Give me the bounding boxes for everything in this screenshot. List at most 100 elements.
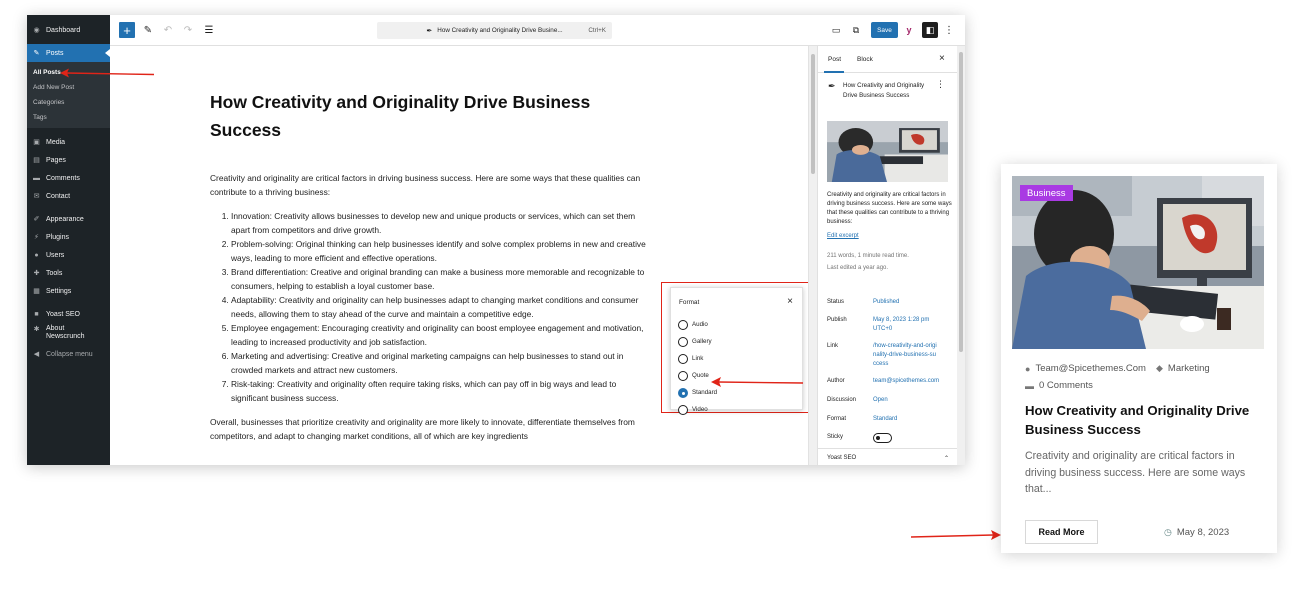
card-comments[interactable]: ▬ 0 Comments <box>1025 380 1093 391</box>
format-popup-highlight: Format × Audio Gallery Link Quote Standa… <box>661 282 809 415</box>
clock-icon: ◷ <box>1164 527 1172 537</box>
list-item[interactable]: Adaptability: Creativity and originality… <box>231 293 648 321</box>
list-item[interactable]: Risk-taking: Creativity and originality … <box>231 377 648 405</box>
menu-plugins[interactable]: ⚡ Plugins <box>27 228 110 246</box>
menu-appearance[interactable]: ✐ Appearance <box>27 210 110 228</box>
active-tab-indicator <box>824 71 844 73</box>
post-content[interactable]: Creativity and originality are critical … <box>210 171 648 443</box>
canvas-scrollbar[interactable] <box>808 46 817 465</box>
sticky-toggle[interactable] <box>873 433 892 443</box>
settings-tabs: Post Block × <box>818 46 958 73</box>
scrollbar-thumb[interactable] <box>959 52 963 352</box>
card-author[interactable]: ● Team@Spicethemes.Com <box>1025 363 1146 374</box>
scrollbar-thumb[interactable] <box>811 54 815 174</box>
tab-block[interactable]: Block <box>857 56 873 63</box>
radio-button[interactable] <box>678 370 688 381</box>
menu-about-newscrunch[interactable]: ✱ About Newscrunch <box>27 323 110 345</box>
format-value[interactable]: Standard <box>873 415 955 424</box>
category-badge[interactable]: Business <box>1020 185 1073 201</box>
pencil-icon[interactable]: ✎ <box>141 22 155 38</box>
permalink-value[interactable]: /how-creativity-and-originality-drive-bu… <box>873 342 939 369</box>
menu-yoast-seo[interactable]: ■ Yoast SEO <box>27 305 110 323</box>
save-button[interactable]: Save <box>871 22 898 38</box>
post-list: Innovation: Creativity allows businesses… <box>231 209 648 405</box>
format-option-video[interactable]: Video <box>678 401 717 418</box>
command-palette-bar[interactable]: ✒ How Creativity and Originality Drive B… <box>377 22 612 39</box>
discussion-row: Discussion Open <box>827 396 955 405</box>
close-icon[interactable]: × <box>787 296 793 307</box>
author-value[interactable]: team@spicethemes.com <box>873 377 955 386</box>
editor-toolbar: + ✎ ↶ ↷ ☰ ✒ How Creativity and Originali… <box>110 15 965 46</box>
status-row: Status Published <box>827 298 955 307</box>
wrench-icon: ✚ <box>33 270 40 277</box>
blog-post-card: Business ● Team@Spicethemes.Com ◆ Marketin… <box>1001 164 1277 553</box>
list-view-icon[interactable]: ☰ <box>202 22 216 38</box>
external-view-icon[interactable]: ⧉ <box>849 22 863 38</box>
wp-admin-sidebar: ◉ Dashboard ✎ Posts All Posts Add New Post… <box>27 15 110 465</box>
user-icon: ● <box>1025 363 1031 374</box>
word-count-info: 211 words, 1 minute read time. Last edit… <box>827 253 909 271</box>
menu-tools[interactable]: ✚ Tools <box>27 264 110 282</box>
radio-button[interactable] <box>678 336 688 347</box>
redo-icon[interactable]: ↷ <box>181 22 195 38</box>
menu-comments[interactable]: ▬ Comments <box>27 169 110 187</box>
card-featured-image[interactable] <box>1012 176 1264 349</box>
settings-panel-toggle-icon[interactable]: ◧ <box>922 22 938 38</box>
undo-icon[interactable]: ↶ <box>161 22 175 38</box>
tab-post[interactable]: Post <box>828 56 841 63</box>
list-item[interactable]: Innovation: Creativity allows businesses… <box>231 209 648 237</box>
format-option-link[interactable]: Link <box>678 350 717 367</box>
publish-date-value[interactable]: May 8, 2023 1:28 pm UTC+0 <box>873 316 935 334</box>
menu-settings[interactable]: ▦ Settings <box>27 282 110 300</box>
menu-dashboard[interactable]: ◉ Dashboard <box>27 21 110 39</box>
publish-row: Publish May 8, 2023 1:28 pm UTC+0 <box>827 316 955 334</box>
add-block-button[interactable]: + <box>119 22 135 38</box>
close-icon[interactable]: × <box>939 53 945 64</box>
submenu-add-new-post[interactable]: Add New Post <box>27 80 110 95</box>
discussion-value[interactable]: Open <box>873 396 955 405</box>
radio-button[interactable] <box>678 319 688 330</box>
more-options-icon[interactable]: ⋮ <box>944 22 954 38</box>
arrow-to-standard-format-icon <box>711 377 804 387</box>
more-options-icon[interactable]: ⋮ <box>936 79 945 90</box>
list-item[interactable]: Brand differentiation: Creative and orig… <box>231 265 648 293</box>
list-item[interactable]: Employee engagement: Encouraging creativ… <box>231 321 648 349</box>
read-more-button[interactable]: Read More <box>1025 520 1098 544</box>
user-icon: ● <box>34 251 39 259</box>
radio-button-selected[interactable] <box>678 387 688 398</box>
post-title[interactable]: How Creativity and Originality Drive Bus… <box>210 88 650 144</box>
card-excerpt: Creativity and originality are critical … <box>1025 450 1246 495</box>
radio-button[interactable] <box>678 353 688 364</box>
edit-excerpt-link[interactable]: Edit excerpt <box>827 233 859 239</box>
list-item[interactable]: Problem-solving: Original thinking can h… <box>231 237 648 265</box>
menu-users[interactable]: ● Users <box>27 246 110 264</box>
format-option-audio[interactable]: Audio <box>678 316 717 333</box>
list-item[interactable]: Marketing and advertising: Creative and … <box>231 349 648 377</box>
author-row: Author team@spicethemes.com <box>827 377 955 386</box>
card-category[interactable]: ◆ Marketing <box>1156 363 1210 374</box>
post-intro[interactable]: Creativity and originality are critical … <box>210 171 648 199</box>
chevron-up-icon: ⌃ <box>943 456 949 462</box>
status-value[interactable]: Published <box>873 298 955 307</box>
submenu-categories[interactable]: Categories <box>27 95 110 110</box>
featured-image[interactable] <box>827 121 948 182</box>
settings-scrollbar[interactable] <box>957 46 965 465</box>
radio-button[interactable] <box>678 404 688 415</box>
menu-collapse[interactable]: ◀ Collapse menu <box>27 345 110 363</box>
card-title[interactable]: How Creativity and Originality Drive Bus… <box>1025 401 1257 439</box>
post-outro[interactable]: Overall, businesses that prioritize crea… <box>210 415 648 443</box>
editor-canvas[interactable]: How Creativity and Originality Drive Bus… <box>110 46 810 465</box>
format-option-gallery[interactable]: Gallery <box>678 333 717 350</box>
document-icon: ✒ <box>828 81 836 91</box>
yoast-button[interactable]: y <box>902 22 916 38</box>
document-title: How Creativity and Originality Drive Bus… <box>843 82 925 99</box>
desktop-preview-icon[interactable]: ▭ <box>829 22 843 38</box>
menu-media[interactable]: ▣ Media <box>27 133 110 151</box>
dashboard-icon: ◉ <box>33 27 40 34</box>
tag-icon: ◆ <box>1156 363 1163 373</box>
menu-posts[interactable]: ✎ Posts <box>27 44 110 62</box>
menu-pages[interactable]: ▤ Pages <box>27 151 110 169</box>
menu-contact[interactable]: ✉ Contact <box>27 187 110 205</box>
yoast-seo-section[interactable]: Yoast SEO ⌃ <box>818 448 958 465</box>
submenu-tags[interactable]: Tags <box>27 110 110 125</box>
